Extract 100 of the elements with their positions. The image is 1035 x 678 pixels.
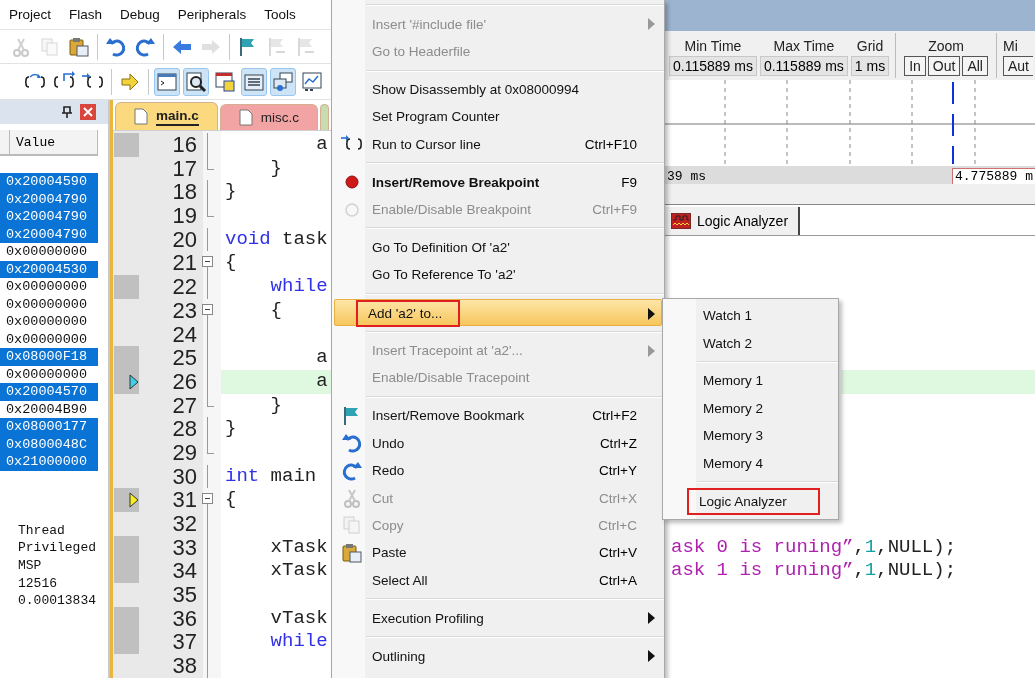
- window-tab[interactable]: Logic Analyzer: [665, 207, 801, 235]
- stacked-windows-icon: [272, 70, 294, 93]
- menu-item[interactable]: Outlining: [334, 642, 662, 670]
- register-value[interactable]: 0x20004530: [0, 260, 98, 278]
- register-value[interactable]: 0x00000000: [0, 243, 98, 261]
- zoom-button[interactable]: Out: [927, 56, 961, 76]
- line-number: 25: [171, 346, 198, 370]
- register-value[interactable]: 0x20004B90: [0, 400, 98, 418]
- line-number: 30: [171, 464, 198, 489]
- code-text: int main: [225, 464, 317, 487]
- copy-icon: [340, 514, 363, 537]
- register-value[interactable]: 0x20004570: [0, 383, 98, 401]
- register-value[interactable]: 0x00000000: [0, 278, 98, 296]
- fold-toggle[interactable]: [202, 493, 213, 505]
- code-text: xTask: [269, 559, 328, 582]
- menu-item[interactable]: Debug: [111, 3, 169, 26]
- status-value: Privileged: [17, 540, 97, 558]
- register-value[interactable]: 0x08000F18: [0, 348, 98, 366]
- symbols-window-icon: [214, 70, 236, 93]
- line-number: 16: [171, 133, 198, 157]
- code-text: {: [269, 298, 282, 321]
- code-text: while: [269, 275, 328, 298]
- menu-item[interactable]: Redo Ctrl+Y: [334, 456, 662, 485]
- code-text: }: [269, 156, 282, 179]
- column-header[interactable]: Value: [10, 130, 98, 154]
- document-icon: [134, 108, 148, 125]
- code-text: ask 0 is runing”,1,NULL);: [671, 535, 957, 560]
- menu-item[interactable]: Peripherals: [168, 3, 256, 26]
- line-number: 22: [171, 275, 198, 299]
- menu-item[interactable]: Select All Ctrl+A: [334, 566, 662, 594]
- value-field[interactable]: 1 ms: [850, 56, 890, 76]
- field-label: Grid: [856, 38, 884, 54]
- undo-icon: [340, 432, 363, 455]
- fold-toggle[interactable]: [202, 303, 213, 315]
- register-value[interactable]: 0x00000000: [0, 313, 98, 331]
- line-number: 38: [171, 654, 198, 678]
- register-value[interactable]: 0x20004790: [0, 208, 98, 226]
- register-value[interactable]: 0x00000000: [0, 365, 98, 383]
- line-number: 20: [171, 227, 198, 252]
- line-number: 27: [171, 393, 198, 418]
- menu-item[interactable]: Undo Ctrl+Z: [334, 429, 662, 457]
- menu-item[interactable]: Add 'a2' to...: [334, 299, 662, 327]
- menu-item[interactable]: Memory 4: [665, 449, 836, 477]
- menu-item[interactable]: Watch 2: [665, 329, 836, 357]
- menu-item[interactable]: Project: [0, 3, 61, 26]
- code-text: ask 1 is runing”,1,NULL);: [671, 559, 957, 584]
- line-number: 28: [171, 417, 198, 441]
- line-number: 32: [171, 512, 198, 536]
- menu-item[interactable]: Go To Definition Of 'a2': [334, 233, 662, 262]
- value-field[interactable]: 0.115889 ms: [669, 56, 757, 76]
- menu-item[interactable]: Tools: [255, 3, 305, 26]
- time-field[interactable]: 4.775889 m: [952, 168, 1035, 184]
- code-text: a: [315, 133, 328, 155]
- close-icon[interactable]: [80, 104, 96, 120]
- code-text: }: [269, 393, 282, 416]
- zoom-button[interactable]: In: [904, 56, 926, 76]
- menu-item[interactable]: Memory 3: [665, 422, 836, 450]
- line-number: 33: [171, 535, 198, 560]
- register-value[interactable]: 0x00000000: [0, 295, 98, 313]
- register-value[interactable]: 0x00000000: [0, 330, 98, 348]
- menu-item[interactable]: Insert/Remove Breakpoint F9: [334, 168, 662, 196]
- code-text: void task: [225, 227, 328, 250]
- line-number: 35: [171, 583, 198, 607]
- menu-item[interactable]: Flash: [60, 3, 112, 26]
- menu-item[interactable]: Go To Reference To 'a2': [334, 261, 662, 289]
- menu-item[interactable]: Set Program Counter: [334, 103, 662, 131]
- file-tab[interactable]: main.c: [115, 102, 218, 130]
- status-value: Thread: [17, 522, 66, 540]
- flag-icon: [266, 35, 288, 58]
- code-text: {: [225, 251, 237, 274]
- line-number: 34: [171, 559, 198, 584]
- register-value[interactable]: 0x21000000: [0, 453, 98, 471]
- value-field[interactable]: 0.115889 ms: [759, 56, 848, 76]
- menu-item[interactable]: Show Disassembly at 0x08000994: [334, 75, 662, 104]
- code-text: {: [225, 488, 237, 511]
- menu-item[interactable]: Memory 1: [665, 367, 836, 395]
- auto-button[interactable]: Aut: [1003, 56, 1033, 76]
- fold-toggle[interactable]: [202, 256, 213, 268]
- line-number: 29: [171, 440, 198, 465]
- register-value[interactable]: 0x20004590: [0, 173, 98, 191]
- menu-item[interactable]: Insert/Remove Bookmark Ctrl+F2: [334, 402, 662, 430]
- status-value: 0.00013834: [17, 593, 97, 611]
- clipboard-icon: [340, 541, 363, 564]
- line-number: 36: [171, 606, 198, 631]
- register-value[interactable]: 0x08000177: [0, 418, 98, 436]
- group-label: Mi: [1003, 38, 1018, 54]
- menu-item[interactable]: Watch 1: [665, 302, 836, 330]
- pin-icon[interactable]: [62, 106, 72, 118]
- code-text: }: [225, 417, 237, 440]
- toolbar-button[interactable]: [183, 67, 209, 96]
- code-text: a: [315, 369, 328, 392]
- file-tab[interactable]: misc.c: [219, 104, 319, 130]
- menu-item[interactable]: Execution Profiling: [334, 604, 662, 632]
- line-number: 31: [171, 488, 198, 512]
- line-number: 17: [171, 156, 198, 181]
- zoom-button[interactable]: All: [962, 56, 988, 76]
- menu-item[interactable]: Run to Cursor line Ctrl+F10: [334, 130, 662, 158]
- menu-item[interactable]: Paste Ctrl+V: [334, 539, 662, 567]
- menu-item[interactable]: Memory 2: [665, 394, 836, 423]
- field-label: Min Time: [684, 38, 742, 54]
